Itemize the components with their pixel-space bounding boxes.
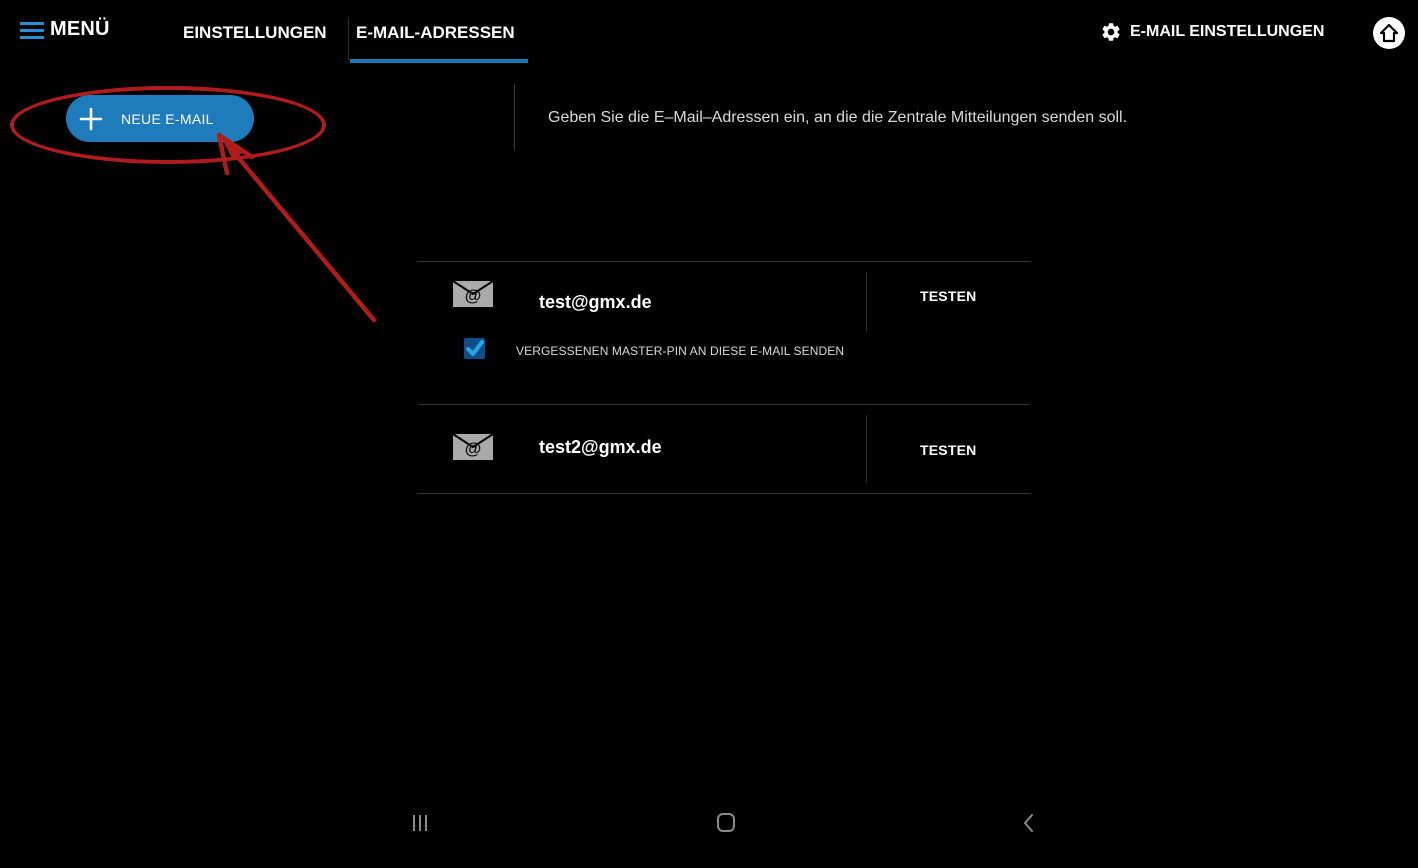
gear-icon <box>1102 23 1120 41</box>
menu-label: MENÜ <box>50 18 110 40</box>
home-circle-icon[interactable] <box>717 813 735 832</box>
checkmark-icon <box>466 340 484 356</box>
email-settings-label: E-MAIL EINSTELLUNGEN <box>1130 23 1325 40</box>
svg-text:@: @ <box>465 286 482 305</box>
active-tab-indicator <box>350 59 528 63</box>
back-icon[interactable] <box>1022 813 1036 833</box>
mail-at-icon: @ <box>453 434 493 460</box>
master-pin-label: VERGESSENEN MASTER-PIN AN DIESE E-MAIL S… <box>516 344 845 358</box>
svg-text:@: @ <box>465 439 482 458</box>
email-address: test@gmx.de <box>539 292 652 312</box>
app-screen: MENÜ EINSTELLUNGEN E-MAIL-ADRESSEN E-MAI… <box>0 0 1418 868</box>
menu-button[interactable]: MENÜ <box>20 18 110 41</box>
test-button[interactable]: TESTEN <box>920 442 976 458</box>
row-divider <box>866 272 867 332</box>
tab-email-adressen[interactable]: E-MAIL-ADRESSEN <box>356 23 515 43</box>
list-divider <box>418 493 1030 494</box>
email-address: test2@gmx.de <box>539 437 662 457</box>
email-settings-button[interactable]: E-MAIL EINSTELLUNGEN <box>1100 21 1324 43</box>
recent-apps-icon[interactable] <box>412 815 428 831</box>
hamburger-icon <box>20 19 44 41</box>
test-button[interactable]: TESTEN <box>920 288 976 304</box>
master-pin-checkbox[interactable] <box>464 338 485 359</box>
email-list-item: @ test2@gmx.de TESTEN <box>418 405 1030 493</box>
email-list-item: @ test@gmx.de TESTEN <box>418 262 1030 404</box>
annotation-ellipse <box>10 86 326 164</box>
header-divider <box>514 84 515 150</box>
description-text: Geben Sie die E–Mail–Adressen ein, an di… <box>548 109 1128 126</box>
home-icon[interactable] <box>1372 16 1406 50</box>
mail-at-icon: @ <box>453 281 493 307</box>
tab-divider <box>348 18 349 60</box>
row-divider <box>866 415 867 483</box>
tab-einstellungen[interactable]: EINSTELLUNGEN <box>183 23 327 43</box>
